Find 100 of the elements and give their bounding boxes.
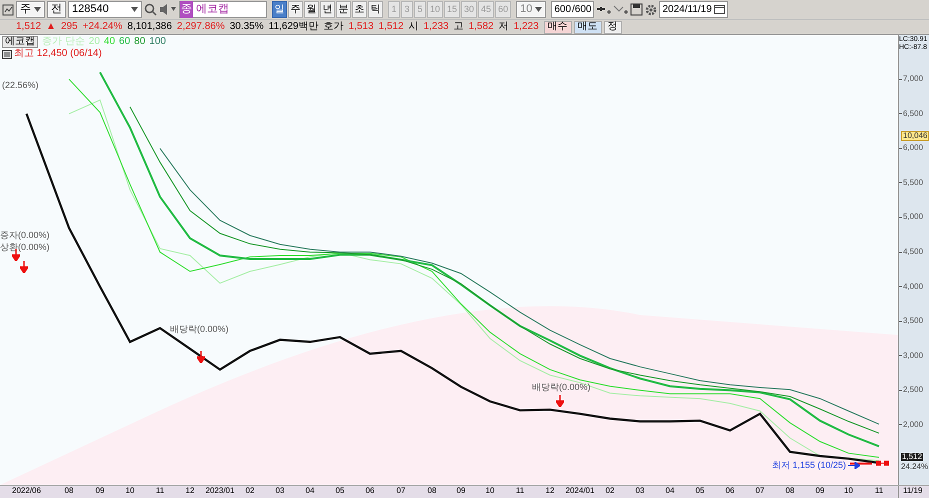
quote-value: 1,513 [348,22,374,32]
marker-price-badge: 10,046 [901,131,929,141]
quote-value: 1,223 [514,22,539,32]
date-tick-label: 11 [514,486,526,497]
period-dropdown[interactable]: 주 [16,1,45,18]
search-icon[interactable] [144,3,157,16]
interval-tab[interactable]: 초 [352,1,367,18]
add-line-icon[interactable] [613,3,628,16]
caret-icon [535,7,542,12]
event-label: (22.56%) [2,81,39,90]
high-price-label: 최고 12,450 (06/14) [14,49,102,59]
date-tick-label: 03 [634,486,646,497]
price-tick-label: 5,000 [903,213,924,222]
date-tick-label: 03 [274,486,286,497]
date-end-label: 11/19 [898,486,929,498]
price-tick-label: 2,000 [903,420,924,429]
date-tick-label: 06 [364,486,376,497]
quote-value: 1,512 [378,22,404,32]
date-tick-label: 05 [334,486,346,497]
interval-tab[interactable]: 월 [304,1,319,18]
interval-tab[interactable]: 년 [320,1,335,18]
quote-label: 호가 [323,22,344,32]
order-button[interactable]: 매도 [574,20,602,34]
interval-tab[interactable]: 주 [288,1,303,18]
caret-icon [131,7,138,12]
current-price-badge: 1,512 [901,453,924,461]
price-tick-label: 7,000 [903,75,924,84]
change-rate-label: 24.24% [901,463,928,471]
date-field[interactable]: 2024/11/19 [659,1,728,18]
interval-tab[interactable]: 분 [336,1,351,18]
caret-icon [34,7,41,12]
chart-toggle-icon[interactable] [2,50,12,58]
date-tick-label: 2024/01 [565,486,595,497]
legend-label: 종가 단순 [42,37,85,47]
quote-value: 11,629백만 [268,22,318,32]
all-button[interactable]: 전 [47,1,66,18]
legend-period: 20 [88,37,100,47]
price-tick-label: 3,500 [903,317,924,326]
legend-period: 40 [104,37,116,47]
price-tick-label: 4,000 [903,282,924,291]
interval-tab[interactable]: 틱 [368,1,383,18]
date-tick-label: 04 [304,486,316,497]
price-tick-label: 2,500 [903,386,924,394]
date-tick-label: 08 [784,486,796,497]
legend-period: 80 [134,37,146,47]
date-tick-label: 11 [874,486,884,497]
date-tick-label: 12 [544,486,556,497]
event-label: 상환(0.00%) [0,243,50,252]
right-arrow-icon [848,462,860,469]
date-tick-label: 12 [184,486,196,497]
price-tick-label: 6,500 [903,110,924,118]
chart-icon[interactable] [2,4,14,16]
quote-label: 시 [408,22,419,32]
down-arrow-icon [556,395,564,407]
price-tick-label: 4,500 [903,248,924,256]
price-tick-label: 3,000 [903,352,924,360]
date-tick-label: 07 [396,486,406,497]
date-tick-label: 05 [694,486,706,497]
date-tick-label: 02 [604,486,616,497]
price-tick-label: 6,000 [903,144,924,152]
order-button[interactable]: 정 [604,20,622,34]
stock-type-badge: 종 [180,1,193,18]
date-tick-label: 04 [664,486,676,497]
stock-name-field[interactable]: 종 에코캡 [179,1,267,18]
low-line [850,462,872,465]
date-tick-label: 07 [754,486,766,497]
code-field[interactable]: 128540 [68,1,142,18]
settings-icon[interactable] [645,4,658,16]
legend-period: 60 [119,37,130,47]
legend-period: 100 [149,37,166,47]
date-tick-label: 08 [64,486,74,497]
legend-tag[interactable]: 에코캡 [2,36,38,48]
quote-label: 저 [498,22,509,32]
low-price-label: 최저 1,155 (10/25) [772,461,846,470]
quote-value: 8,101,386 [127,22,172,32]
quote-value: 295 [60,22,78,32]
down-arrow-icon [197,351,205,363]
interval-tab[interactable]: 일 [272,1,287,18]
quote-value: +24.24% [82,22,122,32]
quote-label: 고 [454,22,464,32]
current-price-marker-icon [876,460,889,466]
save-icon[interactable] [630,3,644,16]
quote-value: 1,582 [468,22,494,32]
date-tick-label: 10 [843,486,854,497]
date-tick-label: 2022/06 [11,486,42,497]
date-tick-label: 09 [814,486,826,497]
date-tick-label: 11 [154,486,166,497]
event-label: 배당락(0.00%) [170,325,229,334]
date-tick-label: 10 [484,486,496,497]
date-tick-label: 09 [456,486,466,497]
calendar-icon [714,5,725,14]
speaker-icon[interactable] [159,3,177,16]
quote-value: ▲ [46,22,56,32]
quote-value: 2,297.86% [176,22,225,32]
order-button[interactable]: 매수 [544,20,572,34]
date-tick-label: 08 [426,486,438,497]
event-label: 증자(0.00%) [0,231,50,240]
price-tick-label: 5,500 [903,178,924,187]
date-tick-label: 06 [724,486,736,497]
quote-value: 1,233 [424,22,449,32]
